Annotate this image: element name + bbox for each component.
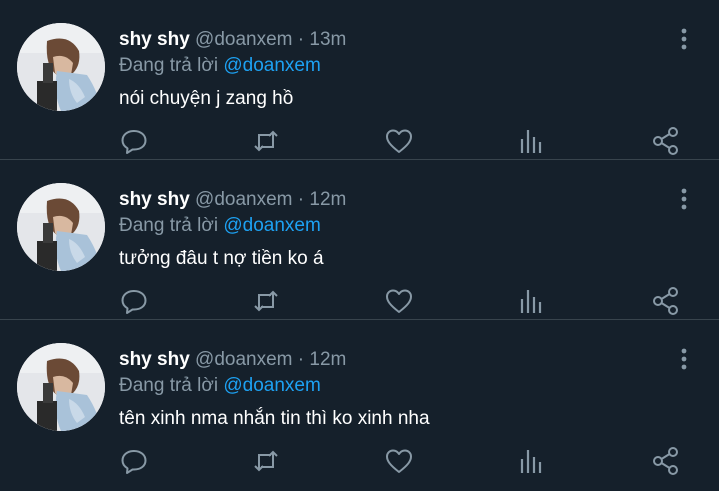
more-options-button[interactable]	[672, 186, 696, 212]
reply-icon	[121, 130, 147, 154]
stats-button[interactable]	[517, 126, 547, 156]
tweet-text: tên xinh nma nhắn tin thì ko xinh nha	[119, 408, 430, 429]
like-button[interactable]	[384, 286, 414, 316]
display-name[interactable]: shy shy	[119, 29, 190, 50]
tweet-header: shy shy @doanxem · 13m	[119, 29, 346, 51]
separator-dot: ·	[297, 189, 305, 210]
retweet-icon	[254, 450, 278, 472]
reply-button[interactable]	[119, 446, 149, 476]
display-name[interactable]: shy shy	[119, 349, 190, 370]
reply-mention-link[interactable]: @doanxem	[223, 375, 320, 396]
timestamp[interactable]: 12m	[309, 349, 346, 370]
reply-button[interactable]	[119, 286, 149, 316]
separator-dot: ·	[297, 29, 305, 50]
reply-context: Đang trả lời @doanxem	[119, 375, 321, 397]
share-button[interactable]	[651, 286, 681, 316]
avatar[interactable]	[17, 23, 105, 111]
reply-mention-link[interactable]: @doanxem	[223, 215, 320, 236]
more-options-button[interactable]	[672, 26, 696, 52]
reply-context: Đang trả lời @doanxem	[119, 215, 321, 237]
stats-icon	[520, 130, 542, 153]
tweet-actions	[0, 286, 719, 318]
stats-icon	[520, 450, 542, 473]
retweet-button[interactable]	[251, 126, 281, 156]
more-options-button[interactable]	[672, 346, 696, 372]
tweet-header: shy shy @doanxem · 12m	[119, 349, 346, 371]
tweet-text: nói chuyện j zang hồ	[119, 88, 294, 109]
share-icon	[653, 287, 678, 315]
tweet[interactable]: shy shy @doanxem · 12m Đang trả lời @doa…	[0, 320, 719, 491]
reply-button[interactable]	[119, 126, 149, 156]
avatar[interactable]	[17, 343, 105, 431]
like-button[interactable]	[384, 126, 414, 156]
avatar[interactable]	[17, 183, 105, 271]
retweet-button[interactable]	[251, 446, 281, 476]
reply-context: Đang trả lời @doanxem	[119, 55, 321, 77]
more-vertical-icon	[681, 28, 687, 50]
user-handle[interactable]: @doanxem	[195, 29, 292, 50]
like-icon	[386, 289, 412, 313]
reply-prefix: Đang trả lời	[119, 55, 219, 76]
reply-icon	[121, 450, 147, 474]
reply-icon	[121, 290, 147, 314]
tweet-feed: shy shy @doanxem · 13m Đang trả lời @doa…	[0, 0, 719, 491]
reply-prefix: Đang trả lời	[119, 215, 219, 236]
stats-button[interactable]	[517, 286, 547, 316]
share-button[interactable]	[651, 126, 681, 156]
share-button[interactable]	[651, 446, 681, 476]
retweet-icon	[254, 290, 278, 312]
display-name[interactable]: shy shy	[119, 189, 190, 210]
retweet-button[interactable]	[251, 286, 281, 316]
share-icon	[653, 127, 678, 155]
more-vertical-icon	[681, 188, 687, 210]
reply-mention-link[interactable]: @doanxem	[223, 55, 320, 76]
like-button[interactable]	[384, 446, 414, 476]
tweet-text: tưởng đâu t nợ tiền ko á	[119, 248, 324, 269]
timestamp[interactable]: 12m	[309, 189, 346, 210]
reply-prefix: Đang trả lời	[119, 375, 219, 396]
like-icon	[386, 129, 412, 153]
share-icon	[653, 447, 678, 475]
like-icon	[386, 449, 412, 473]
tweet[interactable]: shy shy @doanxem · 13m Đang trả lời @doa…	[0, 0, 719, 160]
user-handle[interactable]: @doanxem	[195, 189, 292, 210]
tweet-actions	[0, 126, 719, 158]
more-vertical-icon	[681, 348, 687, 370]
stats-button[interactable]	[517, 446, 547, 476]
retweet-icon	[254, 130, 278, 152]
timestamp[interactable]: 13m	[309, 29, 346, 50]
tweet-header: shy shy @doanxem · 12m	[119, 189, 346, 211]
separator-dot: ·	[297, 349, 305, 370]
tweet-actions	[0, 446, 719, 478]
user-handle[interactable]: @doanxem	[195, 349, 292, 370]
tweet[interactable]: shy shy @doanxem · 12m Đang trả lời @doa…	[0, 160, 719, 320]
stats-icon	[520, 290, 542, 313]
